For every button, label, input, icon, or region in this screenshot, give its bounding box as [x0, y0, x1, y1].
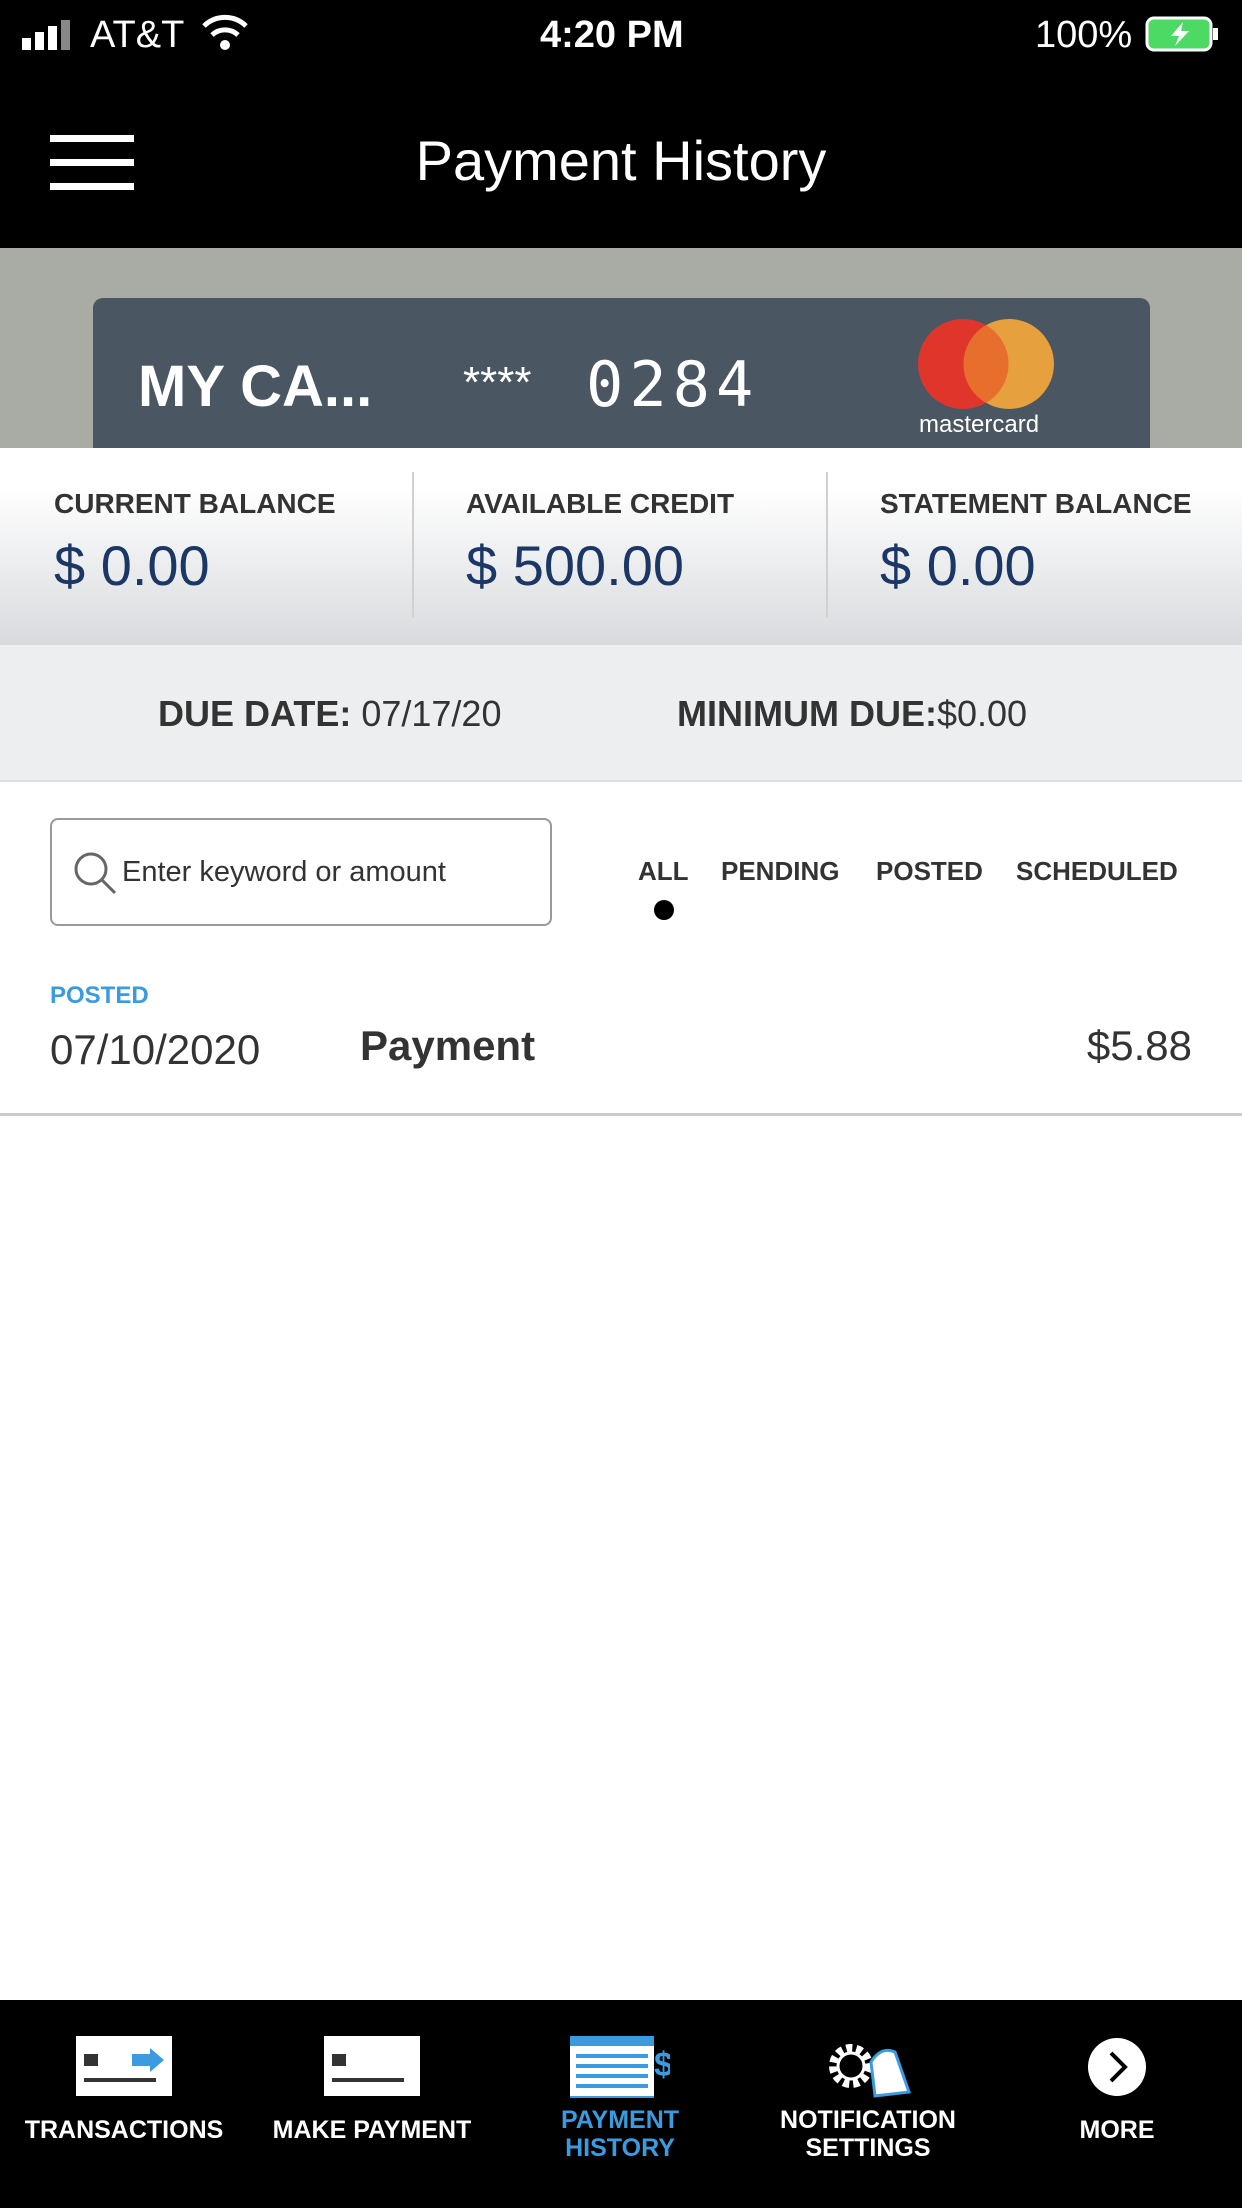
due-info: DUE DATE: 07/17/20 MINIMUM DUE:$0.00 — [0, 645, 1242, 782]
tab-payment-history[interactable]: $ PAYMENT HISTORY — [496, 2000, 744, 2208]
due-date: DUE DATE: 07/17/20 — [158, 693, 502, 734]
battery-charging-icon — [1145, 16, 1218, 52]
tab-transactions[interactable]: TRANSACTIONS — [0, 2000, 248, 2208]
battery-percent: 100% — [1035, 14, 1133, 56]
card-name: MY CA... — [138, 354, 373, 419]
bottom-tab-bar: TRANSACTIONS MAKE PAYMENT $ PAYMENT HIST… — [0, 2000, 1242, 2208]
tab-scheduled[interactable]: SCHEDULED — [1016, 856, 1178, 887]
statement-balance: STATEMENT BALANCE $ 0.00 — [880, 488, 1192, 597]
tab-notification-settings[interactable]: NOTIFICATION SETTINGS — [744, 2000, 992, 2208]
wifi-icon — [202, 14, 248, 50]
gear-bell-icon — [829, 2044, 912, 2098]
card-last4: 0284 — [586, 348, 760, 421]
navigation-bar: Payment History — [0, 70, 1242, 248]
search-box[interactable] — [50, 818, 552, 926]
minimum-due: MINIMUM DUE:$0.00 — [677, 693, 1028, 734]
tab-pending[interactable]: PENDING — [721, 856, 839, 887]
transaction-status: POSTED — [50, 982, 149, 1009]
transaction-row[interactable]: POSTED 07/10/2020 Payment $5.88 — [0, 970, 1242, 1116]
calendar-dollar-icon: $ — [570, 2036, 670, 2098]
clock: 4:20 PM — [540, 14, 684, 56]
status-bar: AT&T 4:20 PM 100% — [0, 0, 1242, 70]
selected-tab-indicator — [654, 900, 674, 920]
balance-summary: CURRENT BALANCE $ 0.00 AVAILABLE CREDIT $ … — [0, 448, 1242, 645]
search-input[interactable] — [122, 844, 542, 900]
current-balance: CURRENT BALANCE $ 0.00 — [54, 488, 336, 597]
card-banner: MY CA... **** 0284 mastercard — [0, 248, 1242, 448]
transaction-description: Payment — [360, 1022, 536, 1069]
signal-icon — [22, 20, 70, 50]
carrier: AT&T — [90, 14, 185, 56]
transaction-amount: $5.88 — [1086, 1022, 1192, 1069]
search-icon — [74, 852, 117, 895]
available-credit: AVAILABLE CREDIT $ 500.00 — [466, 488, 735, 597]
credit-card[interactable]: MY CA... **** 0284 mastercard — [93, 298, 1150, 448]
chevron-right-circle-icon — [1088, 2038, 1146, 2096]
transactions-icon — [76, 2036, 172, 2096]
card-mask: **** — [463, 358, 532, 407]
mastercard-logo — [918, 319, 1054, 409]
svg-text:$: $ — [654, 2046, 670, 2084]
card-brand: mastercard — [919, 411, 1040, 438]
make-payment-icon — [324, 2036, 420, 2096]
transaction-date: 07/10/2020 — [50, 1026, 261, 1073]
tab-posted[interactable]: POSTED — [876, 856, 983, 887]
tab-more[interactable]: MORE — [992, 2000, 1242, 2208]
tab-all[interactable]: ALL — [638, 856, 689, 887]
page-title: Payment History — [415, 129, 827, 192]
tab-make-payment[interactable]: MAKE PAYMENT — [248, 2000, 496, 2208]
